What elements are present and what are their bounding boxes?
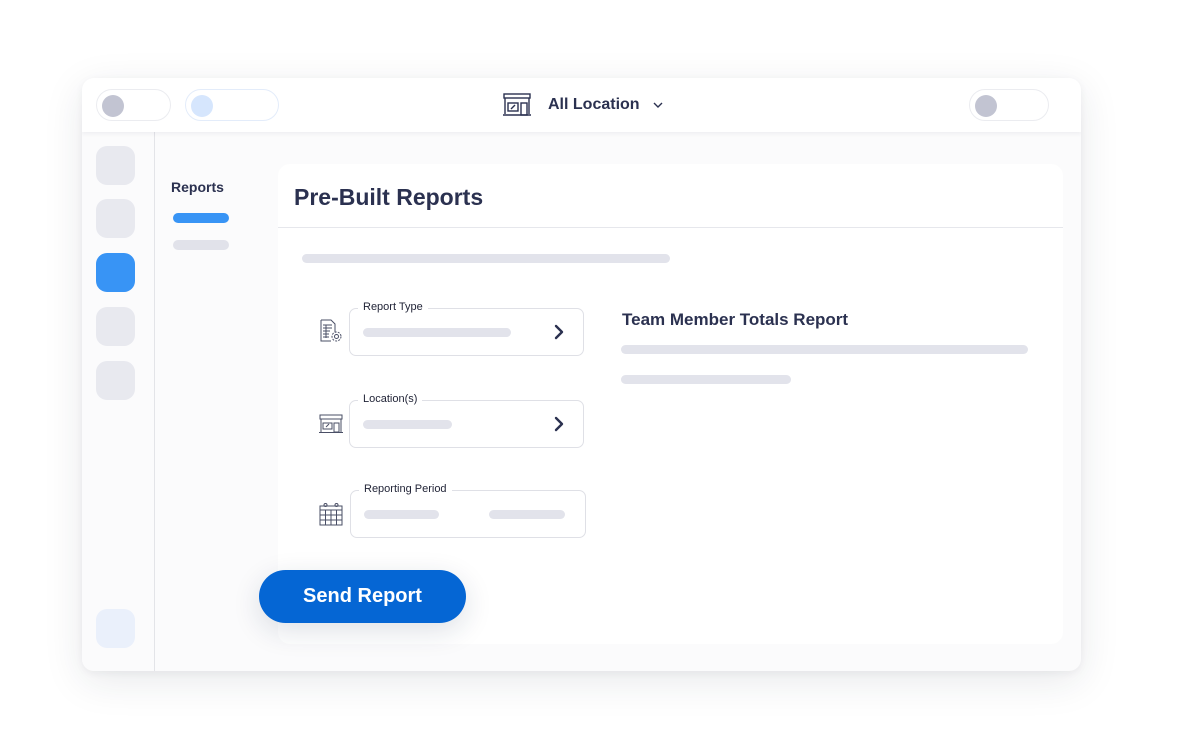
location-label: All Location [548,96,640,113]
report-preview-title: Team Member Totals Report [622,310,849,329]
rail-item-1[interactable] [96,146,135,185]
value-placeholder [363,420,452,429]
preview-line-placeholder [621,375,791,384]
subnav-title: Reports [171,179,224,195]
toggle-knob [975,95,997,117]
divider [278,227,1063,228]
storefront-icon [319,414,343,433]
rail-item-reports-active[interactable] [96,253,135,292]
icon-rail [82,132,155,671]
preview-line-placeholder [621,345,1028,354]
chevron-right-icon [554,416,564,432]
top-bar: All Location [82,78,1081,132]
locations-field[interactable]: Location(s) [349,392,584,448]
toggle-right[interactable] [969,89,1049,121]
chevron-right-icon [554,324,564,340]
value-placeholder [363,328,511,337]
report-settings-icon [320,319,342,342]
send-report-button[interactable]: Send Report [259,570,466,623]
start-date-placeholder[interactable] [364,510,439,519]
storefront-icon [503,93,531,116]
toggle-left-1[interactable] [96,89,171,121]
calendar-icon [319,503,343,526]
rail-item-5[interactable] [96,361,135,400]
report-type-field[interactable]: Report Type [349,300,584,356]
toggle-left-2[interactable] [185,89,279,121]
rail-item-4[interactable] [96,307,135,346]
location-selector[interactable]: All Location [502,91,664,119]
description-placeholder [302,254,670,263]
end-date-placeholder[interactable] [489,510,565,519]
chevron-down-icon [653,102,663,108]
report-type-label: Report Type [358,300,428,314]
sub-navigation: Reports [156,132,276,671]
subnav-item[interactable] [173,240,229,250]
page-title: Pre-Built Reports [294,184,484,210]
reporting-period-label: Reporting Period [359,482,452,496]
subnav-item-active[interactable] [173,213,229,223]
app-window: All Location Reports Pre-Built Reports R… [82,78,1081,671]
reporting-period-field[interactable]: Reporting Period [350,482,586,538]
rail-item-bottom[interactable] [96,609,135,648]
toggle-knob [191,95,213,117]
toggle-knob [102,95,124,117]
rail-item-2[interactable] [96,199,135,238]
locations-label: Location(s) [358,392,423,406]
